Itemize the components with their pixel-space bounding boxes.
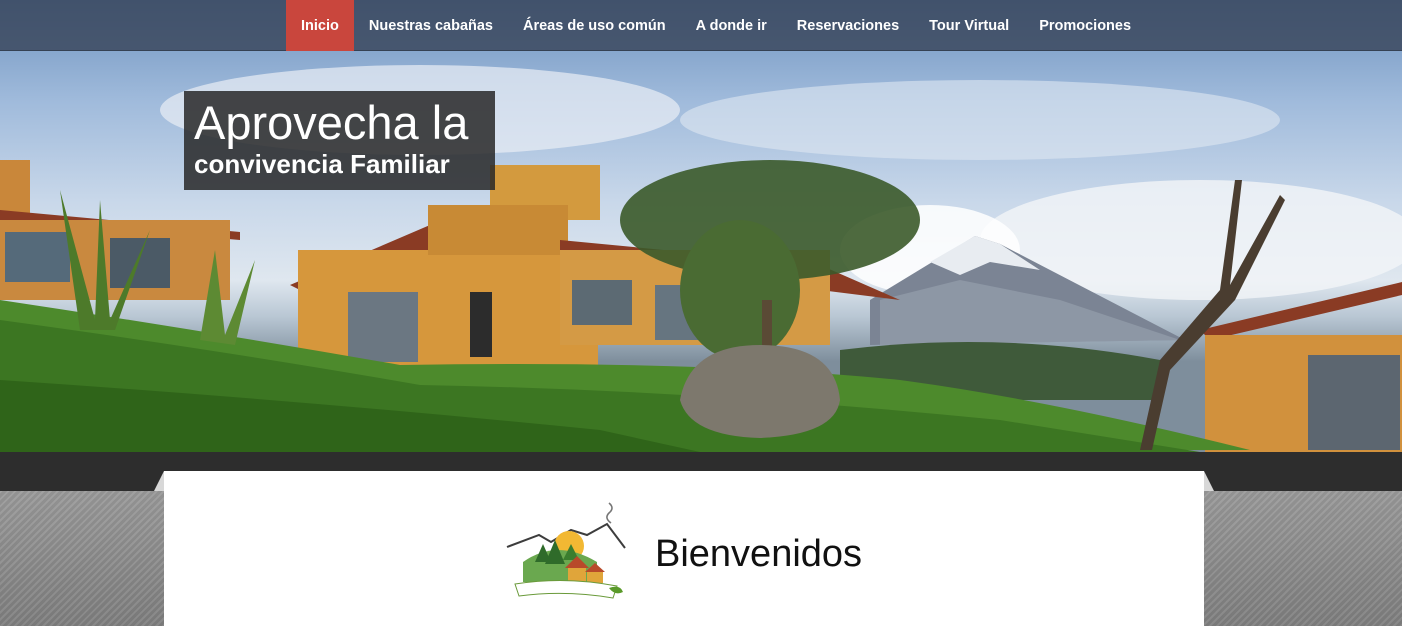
top-navbar: Inicio Nuestras cabañas Áreas de uso com… (0, 0, 1402, 51)
nav-item-areas-uso-comun[interactable]: Áreas de uso común (508, 0, 681, 51)
hero-caption-subtitle: convivencia Familiar (194, 149, 450, 179)
nav-item-reservaciones[interactable]: Reservaciones (782, 0, 914, 51)
fresval-comala-logo[interactable] (505, 502, 627, 614)
hero-slider: Aprovecha la convivencia Familiar (0, 0, 1402, 452)
hero-caption-title: Aprovecha la (194, 96, 469, 149)
nav-item-promociones[interactable]: Promociones (1024, 0, 1146, 51)
nav-item-inicio[interactable]: Inicio (286, 0, 354, 51)
welcome-heading: Bienvenidos (655, 533, 863, 575)
nav-item-nuestras-cabanas[interactable]: Nuestras cabañas (354, 0, 508, 51)
content-corner-right (1204, 471, 1214, 491)
content-corner-left (154, 471, 164, 491)
main-menu: Inicio Nuestras cabañas Áreas de uso com… (286, 0, 1146, 51)
hero-caption: Aprovecha la convivencia Familiar (184, 91, 495, 190)
nav-item-tour-virtual[interactable]: Tour Virtual (914, 0, 1024, 51)
hero-image (0, 65, 1402, 452)
content-panel: Bienvenidos (164, 471, 1204, 626)
nav-item-a-donde-ir[interactable]: A donde ir (681, 0, 782, 51)
